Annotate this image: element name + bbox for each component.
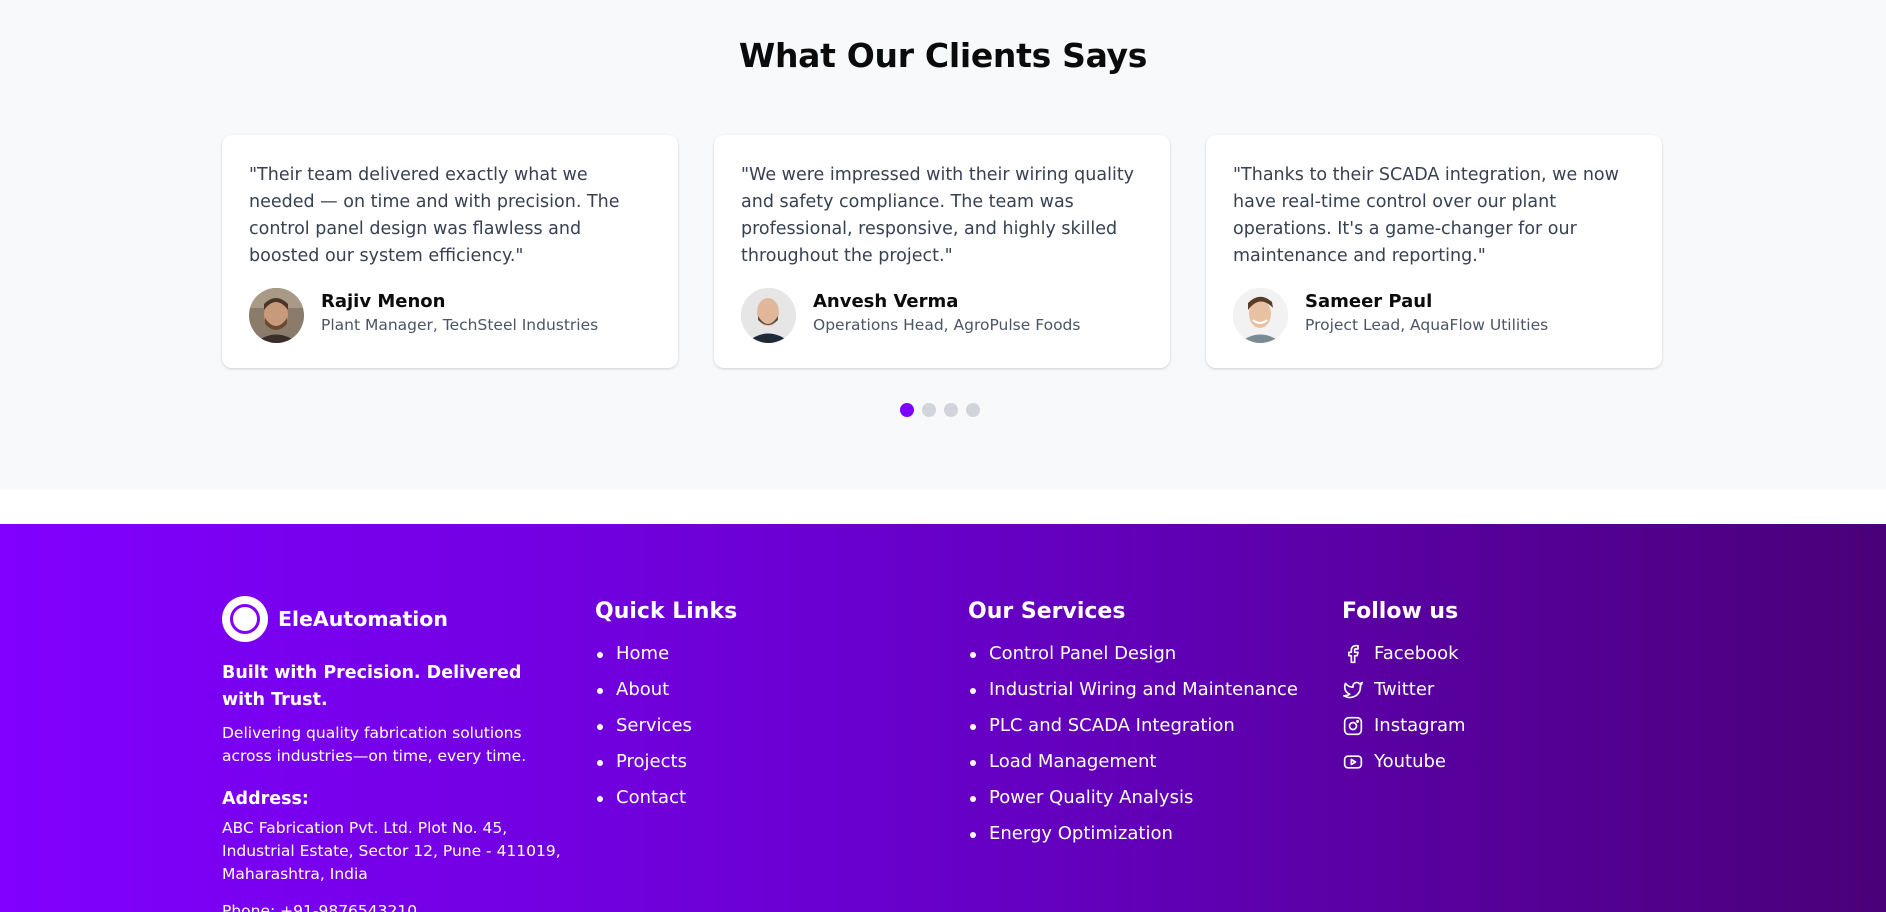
service-link[interactable]: Energy Optimization — [989, 822, 1173, 846]
list-item: Home — [595, 642, 692, 678]
service-link[interactable]: Industrial Wiring and Maintenance — [989, 678, 1298, 702]
avatar — [249, 288, 304, 343]
address-label: Address: — [222, 789, 309, 809]
list-item: Control Panel Design — [968, 642, 1298, 678]
author-role: Plant Manager, TechSteel Industries — [321, 316, 599, 334]
list-item: PLC and SCADA Integration — [968, 714, 1298, 750]
author-name: Anvesh Verma — [813, 291, 959, 312]
testimonial-quote: "Their team delivered exactly what we ne… — [249, 165, 620, 266]
carousel-dot-2[interactable] — [922, 403, 936, 417]
testimonial-card: "Their team delivered exactly what we ne… — [222, 135, 678, 368]
logo-icon — [222, 596, 268, 642]
quick-links-title: Quick Links — [595, 599, 738, 624]
social-label: Instagram — [1374, 715, 1466, 736]
list-item: Load Management — [968, 750, 1298, 786]
list-item: About — [595, 678, 692, 714]
avatar — [1233, 288, 1288, 343]
testimonial-quote: "We were impressed with their wiring qua… — [741, 165, 1135, 266]
testimonial-card: "Thanks to their SCADA integration, we n… — [1206, 135, 1662, 368]
testimonials-section: What Our Clients Says "Their team delive… — [0, 0, 1886, 489]
list-item: Contact — [595, 786, 692, 822]
service-link[interactable]: PLC and SCADA Integration — [989, 714, 1235, 738]
service-link[interactable]: Load Management — [989, 750, 1156, 774]
list-item: Industrial Wiring and Maintenance — [968, 678, 1298, 714]
list-item: Projects — [595, 750, 692, 786]
youtube-icon — [1342, 751, 1364, 773]
social-link-facebook[interactable]: Facebook — [1342, 642, 1466, 678]
instagram-icon — [1342, 715, 1364, 737]
testimonial-author: Sameer Paul Project Lead, AquaFlow Utili… — [1233, 286, 1643, 343]
phone-text: Phone: +91-9876543210 — [222, 902, 418, 912]
service-link[interactable]: Control Panel Design — [989, 642, 1176, 666]
list-item: Services — [595, 714, 692, 750]
testimonial-author: Rajiv Menon Plant Manager, TechSteel Ind… — [249, 286, 659, 343]
author-role: Operations Head, AgroPulse Foods — [813, 316, 1081, 334]
testimonial-quote: "Thanks to their SCADA integration, we n… — [1233, 165, 1619, 266]
footer-link-about[interactable]: About — [616, 678, 669, 702]
footer-link-home[interactable]: Home — [616, 642, 669, 666]
social-link-instagram[interactable]: Instagram — [1342, 714, 1466, 750]
service-link[interactable]: Power Quality Analysis — [989, 786, 1193, 810]
social-label: Youtube — [1374, 751, 1446, 772]
site-footer: EleAutomation Built with Precision. Deli… — [0, 524, 1886, 912]
footer-tagline: Built with Precision. Delivered with Tru… — [222, 663, 522, 710]
testimonial-carousel: "Their team delivered exactly what we ne… — [222, 135, 1663, 368]
carousel-dot-1[interactable] — [900, 403, 914, 417]
services-title: Our Services — [968, 599, 1126, 624]
author-name: Sameer Paul — [1305, 291, 1433, 312]
services-list: Control Panel Design Industrial Wiring a… — [968, 642, 1298, 858]
social-label: Facebook — [1374, 643, 1459, 664]
list-item: Power Quality Analysis — [968, 786, 1298, 822]
social-link-youtube[interactable]: Youtube — [1342, 750, 1466, 786]
list-item: Energy Optimization — [968, 822, 1298, 858]
footer-brand[interactable]: EleAutomation — [222, 596, 448, 642]
footer-link-projects[interactable]: Projects — [616, 750, 687, 774]
avatar — [741, 288, 796, 343]
social-label: Twitter — [1374, 679, 1435, 700]
quick-links-list: Home About Services Projects Contact — [595, 642, 692, 822]
testimonial-author: Anvesh Verma Operations Head, AgroPulse … — [741, 286, 1151, 343]
footer-link-services[interactable]: Services — [616, 714, 692, 738]
twitter-icon — [1342, 679, 1364, 701]
carousel-pagination — [900, 403, 980, 417]
footer-link-contact[interactable]: Contact — [616, 786, 686, 810]
facebook-icon — [1342, 643, 1364, 665]
social-link-twitter[interactable]: Twitter — [1342, 678, 1466, 714]
address-text: ABC Fabrication Pvt. Ltd. Plot No. 45, I… — [222, 819, 561, 883]
follow-title: Follow us — [1342, 599, 1459, 624]
testimonial-card: "We were impressed with their wiring qua… — [714, 135, 1170, 368]
author-name: Rajiv Menon — [321, 291, 446, 312]
author-role: Project Lead, AquaFlow Utilities — [1305, 316, 1549, 334]
social-list: Facebook Twitter Instagram Youtube — [1342, 642, 1466, 786]
brand-name: EleAutomation — [278, 607, 448, 631]
carousel-dot-3[interactable] — [944, 403, 958, 417]
section-title: What Our Clients Says — [738, 36, 1148, 75]
footer-description: Delivering quality fabrication solutions… — [222, 724, 527, 765]
carousel-dot-4[interactable] — [966, 403, 980, 417]
